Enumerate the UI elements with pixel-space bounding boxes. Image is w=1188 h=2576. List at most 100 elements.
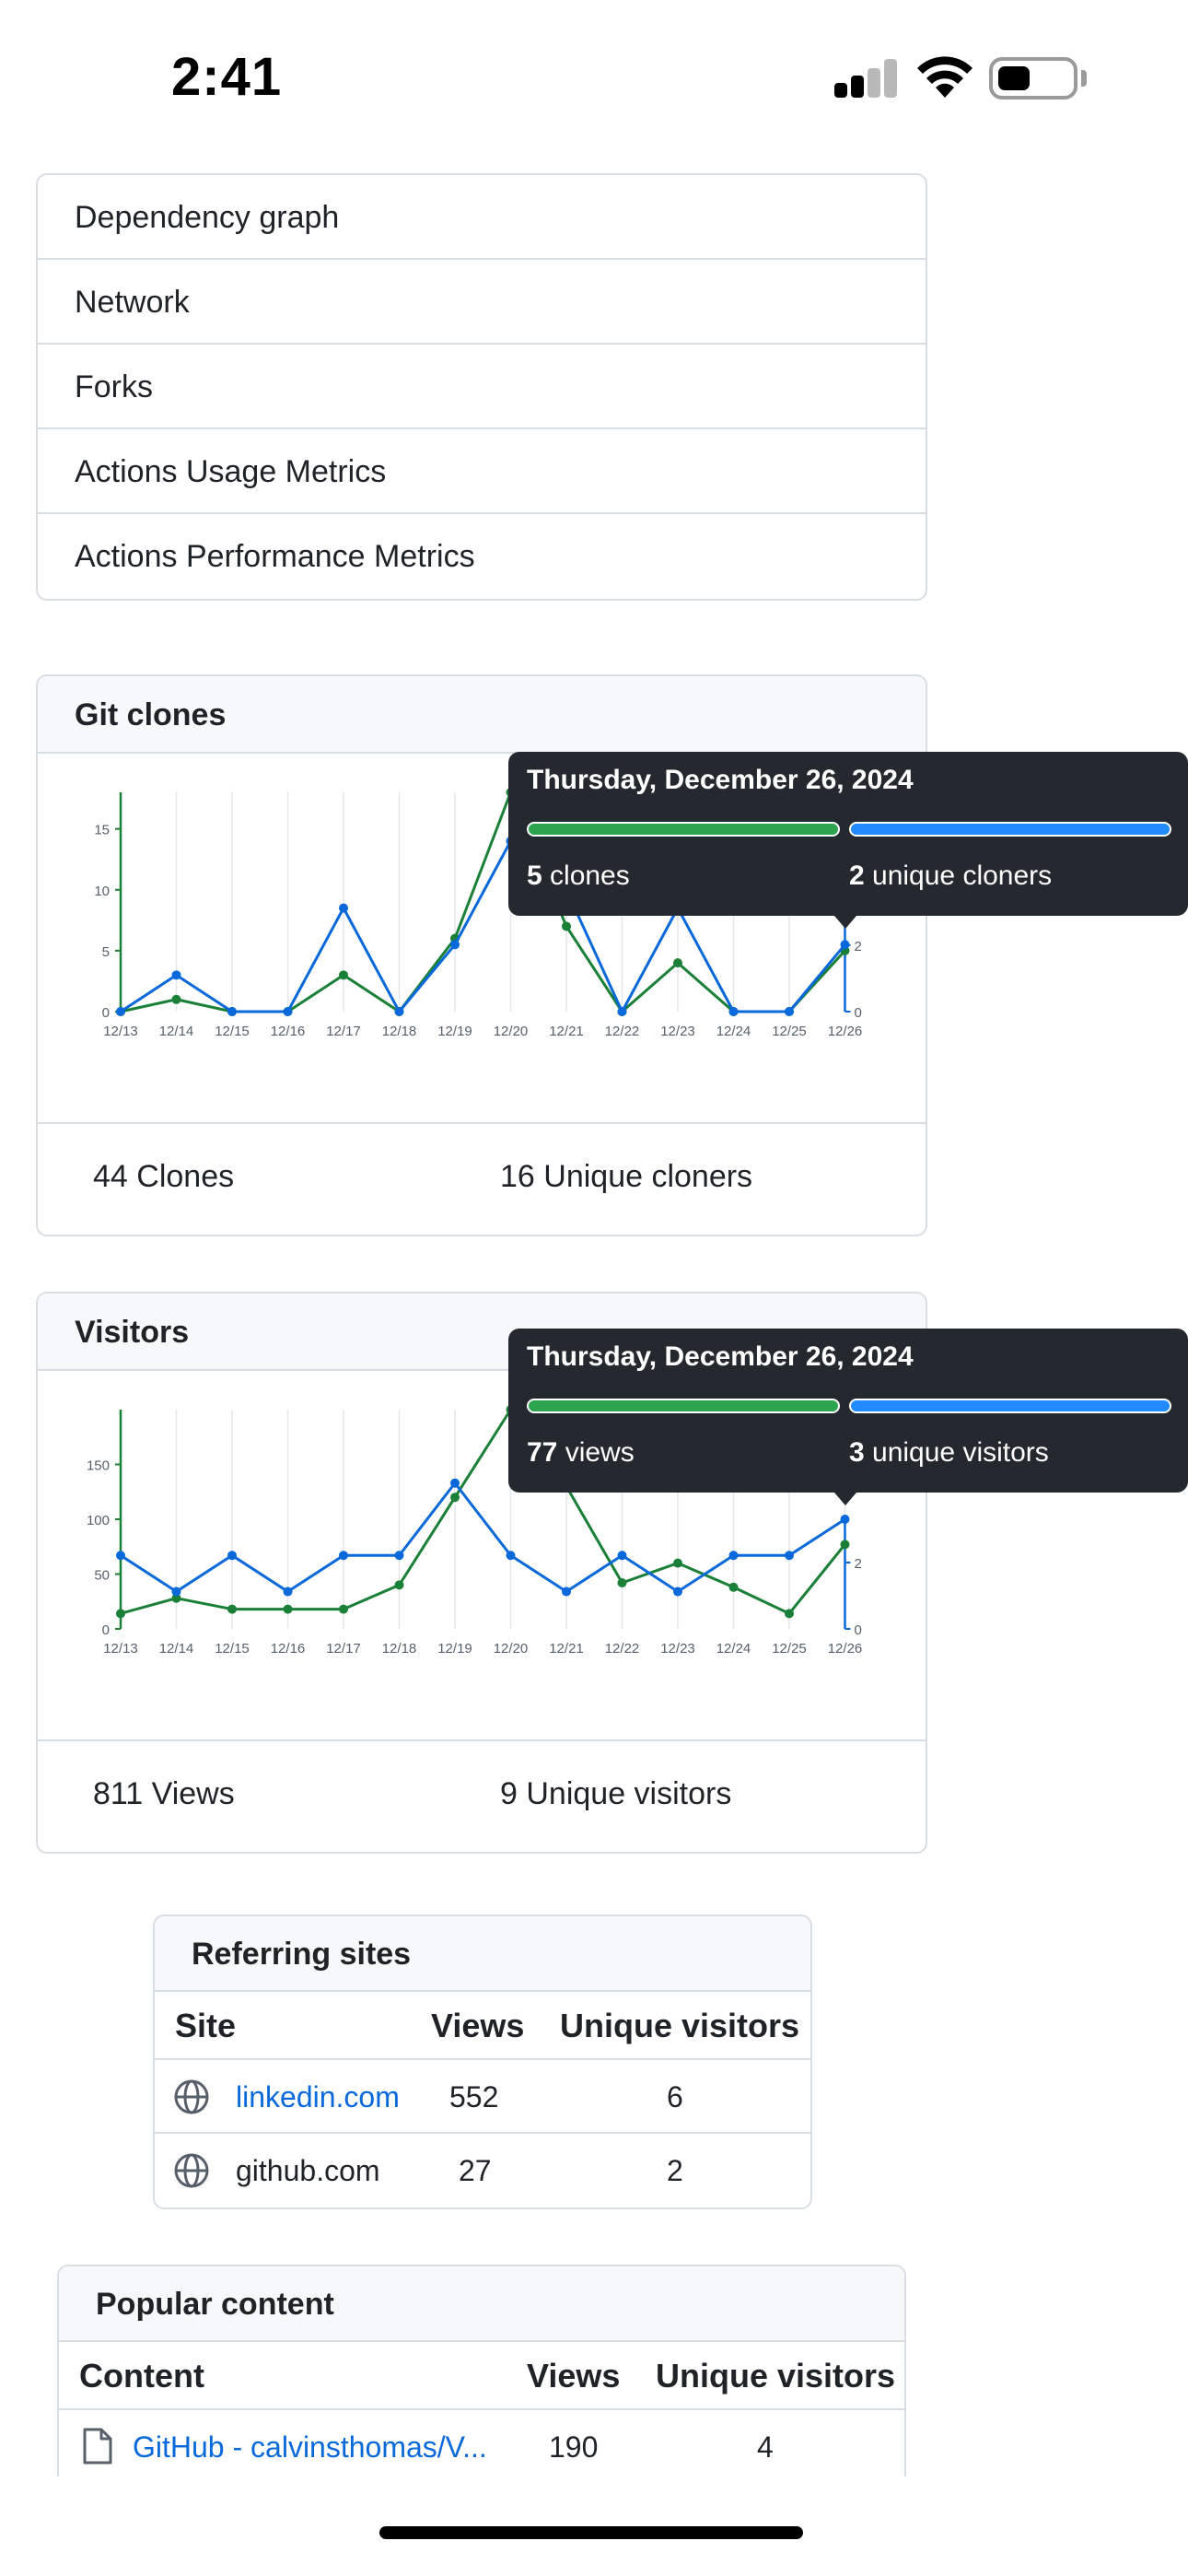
- data-point: [339, 970, 348, 980]
- y-tick-label: 150: [87, 1458, 110, 1474]
- nav-item-forks[interactable]: Forks: [38, 345, 926, 429]
- unique-cloners: 16 Unique cloners: [500, 1159, 753, 1194]
- globe-icon: [174, 2153, 209, 2188]
- column-header-content: Content: [79, 2357, 204, 2395]
- x-tick-label: 12/15: [215, 1024, 250, 1039]
- x-tick-label: 12/14: [159, 1641, 194, 1657]
- insights-nav-list: Dependency graph Network Forks Actions U…: [36, 173, 927, 601]
- site-name: github.com: [236, 2154, 380, 2187]
- y-right-tick-label: 0: [855, 1622, 862, 1638]
- tooltip-unique-label: unique cloners: [864, 861, 1053, 891]
- x-tick-label: 12/16: [271, 1024, 306, 1039]
- x-tick-label: 12/24: [716, 1024, 751, 1039]
- table-row: GitHub - calvinsthomas/V... 190 4: [59, 2410, 904, 2476]
- y-tick-label: 5: [102, 944, 110, 960]
- x-tick-label: 12/23: [660, 1641, 695, 1657]
- y-tick-label: 100: [87, 1513, 110, 1528]
- data-point: [283, 1587, 293, 1597]
- column-header-unique-visitors: Unique visitors: [560, 2007, 800, 2044]
- nav-item-actions-usage-metrics[interactable]: Actions Usage Metrics: [38, 429, 926, 514]
- nav-item-network[interactable]: Network: [38, 260, 926, 345]
- tooltip-unique-value: 3: [849, 1437, 865, 1468]
- data-point: [227, 1604, 237, 1614]
- data-point: [506, 1551, 516, 1561]
- data-point: [394, 1007, 404, 1016]
- data-point: [339, 1551, 348, 1561]
- x-tick-label: 12/21: [549, 1641, 584, 1657]
- data-point: [339, 903, 348, 913]
- referring-sites-title: Referring sites: [155, 1916, 810, 1992]
- content-link[interactable]: GitHub - calvinsthomas/V...: [133, 2410, 487, 2476]
- column-header-views: Views: [431, 2007, 525, 2044]
- data-point: [673, 958, 682, 968]
- unique-visitors: 9 Unique visitors: [500, 1776, 732, 1811]
- data-point: [450, 940, 460, 950]
- column-header-views: Views: [527, 2357, 621, 2395]
- referring-sites-header-row: Site Views Unique visitors: [155, 1992, 810, 2060]
- data-point: [171, 970, 181, 980]
- data-point: [728, 1007, 739, 1016]
- data-point: [450, 1478, 460, 1488]
- x-tick-label: 12/13: [103, 1024, 138, 1039]
- tooltip-clones-value: 5: [527, 861, 542, 891]
- popular-content-table: Popular content Content Views Unique vis…: [57, 2265, 906, 2476]
- cellular-signal-icon: [834, 59, 901, 98]
- y-right-tick-label: 0: [855, 1005, 862, 1021]
- data-point: [562, 921, 571, 931]
- tooltip-clones-label: clones: [542, 861, 630, 891]
- tooltip-unique-cloners: 2 unique cloners: [849, 861, 1052, 892]
- tooltip-unique-label: unique visitors: [864, 1437, 1049, 1468]
- tooltip-views-value: 77: [527, 1437, 558, 1468]
- referring-sites-table: Referring sites Site Views Unique visito…: [153, 1914, 812, 2209]
- tooltip-pointer: [834, 916, 856, 929]
- popular-content-title: Popular content: [59, 2266, 904, 2342]
- x-tick-label: 12/26: [828, 1024, 863, 1039]
- data-point: [785, 1007, 794, 1016]
- site-link[interactable]: linkedin.com: [236, 2060, 400, 2134]
- data-point: [450, 1493, 460, 1503]
- y-tick-label: 0: [102, 1005, 110, 1021]
- wifi-icon: [917, 56, 973, 98]
- x-tick-label: 12/23: [660, 1024, 695, 1039]
- site-unique: 2: [667, 2154, 683, 2187]
- tooltip-views: 77 views: [527, 1437, 635, 1469]
- data-point: [673, 1587, 682, 1597]
- data-point: [728, 1551, 739, 1561]
- total-clones: 44 Clones: [93, 1159, 235, 1194]
- git-clones-title: Git clones: [38, 676, 926, 754]
- nav-item-dependency-graph[interactable]: Dependency graph: [38, 175, 926, 260]
- x-tick-label: 12/15: [215, 1641, 250, 1657]
- data-point: [116, 1007, 125, 1016]
- x-tick-label: 12/22: [605, 1641, 640, 1657]
- y-tick-label: 50: [94, 1568, 110, 1584]
- data-point: [116, 1551, 125, 1561]
- y-right-tick-label: 2: [855, 939, 862, 954]
- data-point: [617, 1007, 627, 1016]
- y-tick-label: 15: [94, 823, 110, 838]
- x-tick-label: 12/25: [772, 1024, 807, 1039]
- tooltip-unique-value: 2: [849, 861, 865, 891]
- x-tick-label: 12/21: [549, 1024, 584, 1039]
- y-tick-label: 10: [94, 884, 110, 899]
- status-time: 2:41: [171, 47, 283, 107]
- x-tick-label: 12/19: [437, 1024, 472, 1039]
- content-unique: 4: [757, 2430, 774, 2464]
- data-point: [617, 1551, 627, 1561]
- popular-content-header-row: Content Views Unique visitors: [59, 2342, 904, 2410]
- data-point: [785, 1609, 794, 1619]
- visitors-tooltip: Thursday, December 26, 2024 77 views 3 u…: [508, 1329, 1188, 1505]
- globe-icon: [174, 2079, 209, 2114]
- table-row: linkedin.com 552 6: [155, 2060, 810, 2134]
- status-bar: 2:41: [0, 0, 1188, 157]
- data-point: [171, 994, 181, 1004]
- nav-item-actions-performance-metrics[interactable]: Actions Performance Metrics: [38, 514, 926, 599]
- data-point: [840, 940, 850, 950]
- data-point: [116, 1609, 125, 1619]
- x-tick-label: 12/20: [494, 1024, 529, 1039]
- data-point: [171, 1587, 181, 1597]
- git-clones-tooltip: Thursday, December 26, 2024 5 clones 2 u…: [508, 752, 1188, 929]
- x-tick-label: 12/17: [326, 1024, 361, 1039]
- battery-cap: [1081, 70, 1087, 87]
- data-point: [227, 1007, 237, 1016]
- battery-icon: [989, 57, 1077, 100]
